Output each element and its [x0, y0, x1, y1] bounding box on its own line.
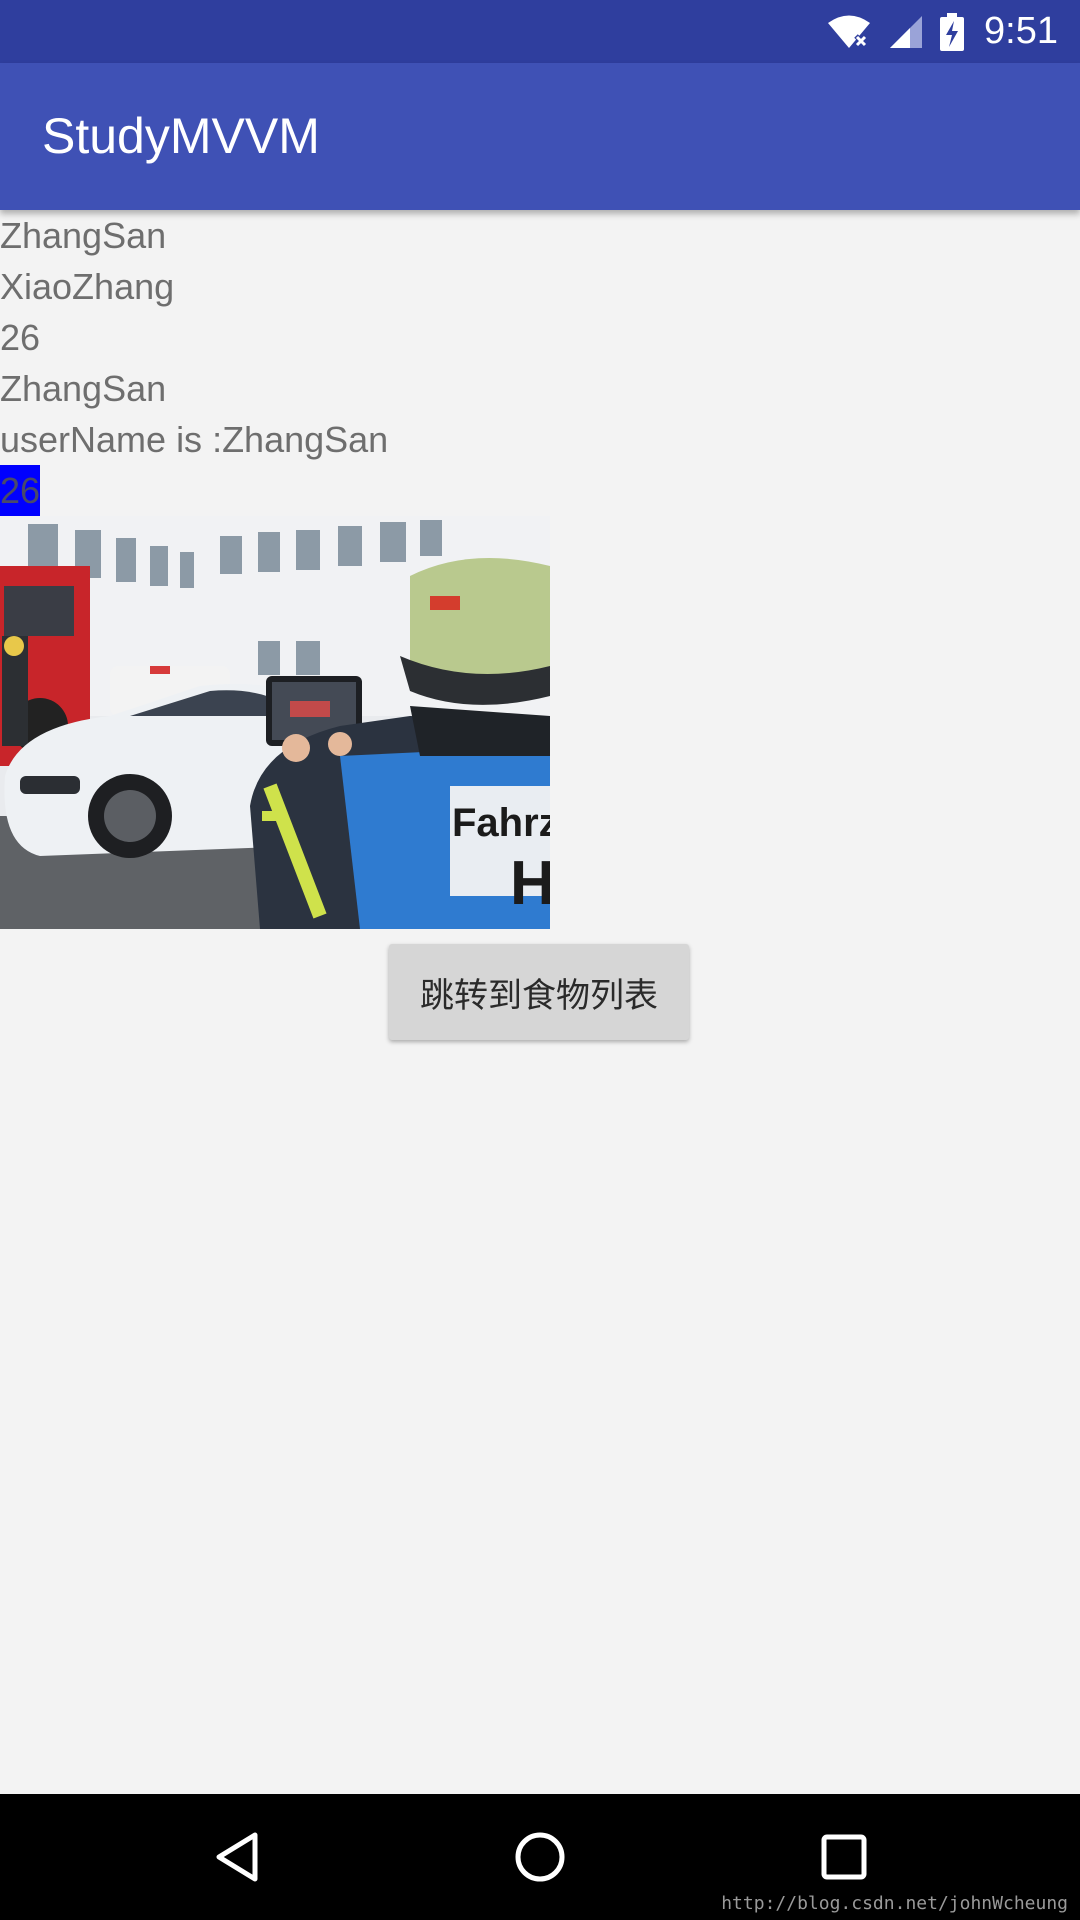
content-area: ZhangSan XiaoZhang 26 ZhangSan userName … — [0, 210, 1080, 929]
signal-icon — [888, 14, 924, 50]
wifi-icon — [826, 14, 872, 50]
navigation-bar: http://blog.csdn.net/johnWcheung — [0, 1794, 1080, 1920]
watermark-text: http://blog.csdn.net/johnWcheung — [721, 1893, 1068, 1914]
nickname-text: XiaoZhang — [0, 266, 175, 307]
app-title: StudyMVVM — [42, 108, 320, 164]
home-icon[interactable] — [507, 1824, 573, 1890]
back-icon[interactable] — [204, 1824, 270, 1890]
name-text: ZhangSan — [0, 215, 167, 256]
battery-charging-icon — [940, 12, 965, 51]
svg-text:H: H — [510, 849, 550, 918]
status-clock: 9:51 — [984, 10, 1058, 52]
age-text: 26 — [0, 317, 41, 358]
name-text-repeat: ZhangSan — [0, 368, 167, 409]
highlighted-age: 26 — [0, 465, 41, 516]
app-bar: StudyMVVM — [0, 63, 1080, 210]
go-to-food-list-button[interactable]: 跳转到食物列表 — [389, 944, 689, 1040]
status-icons: 9:51 — [826, 0, 1058, 63]
app-screen: 9:51 StudyMVVM ZhangSan XiaoZhang 26 Zha… — [0, 0, 1080, 1920]
username-label: userName is :ZhangSan — [0, 419, 389, 460]
recents-icon[interactable] — [811, 1824, 877, 1890]
button-container: 跳转到食物列表 — [389, 944, 689, 1040]
svg-text:Fahrz: Fahrz — [452, 801, 550, 845]
firefighter-with-tablet-photo: Fahrz H — [0, 516, 550, 929]
status-bar: 9:51 — [0, 0, 1080, 63]
